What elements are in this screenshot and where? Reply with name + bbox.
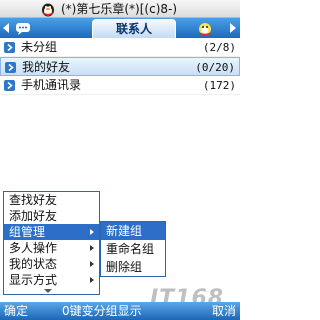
menu-item-multi-operation[interactable]: 多人操作: [4, 240, 99, 256]
submenu-arrow-icon: [90, 261, 94, 267]
menu-item-group-management[interactable]: 组管理: [4, 224, 99, 240]
tab-bar: 联系人: [0, 18, 240, 38]
chat-bubble-icon[interactable]: [14, 20, 32, 36]
menu-item-label: 组管理: [9, 225, 46, 239]
group-count: (172): [202, 79, 236, 92]
group-row[interactable]: 未分组 (2/8): [0, 38, 240, 57]
window-title: (*)第七乐章(*)[(c)8-): [61, 2, 178, 16]
menu-item-add-friend[interactable]: 添加好友: [4, 208, 99, 224]
confirm-softkey[interactable]: 确定: [4, 302, 28, 320]
submenu-item-delete-group[interactable]: 删除组: [101, 258, 165, 276]
title-bar: (*)第七乐章(*)[(c)8-): [0, 0, 240, 18]
menu-item-display-mode[interactable]: 显示方式: [4, 272, 99, 288]
chevron-right-icon: [5, 62, 16, 73]
chevron-right-icon: [4, 42, 15, 53]
submenu-item-label: 删除组: [106, 260, 143, 274]
group-count: (2/8): [202, 41, 236, 54]
menu-item-label: 查找好友: [9, 193, 58, 207]
qq-penguin-icon: [42, 3, 54, 17]
options-menu: 查找好友 添加好友 组管理 多人操作 我的状态 显示方式: [3, 191, 100, 295]
submenu-arrow-icon: [90, 229, 94, 235]
group-row-selected[interactable]: 我的好友 (0/20): [0, 57, 240, 76]
submenu-item-new-group[interactable]: 新建组: [101, 222, 165, 240]
right-arrow-icon[interactable]: [230, 23, 236, 33]
menu-item-label: 多人操作: [9, 241, 58, 255]
menu-item-my-status[interactable]: 我的状态: [4, 256, 99, 272]
submenu-item-rename-group[interactable]: 重命名组: [101, 240, 165, 258]
group-display-hint: 0键变分组显示: [62, 304, 142, 318]
group-name: 我的好友: [22, 60, 71, 74]
menu-item-label: 我的状态: [9, 257, 58, 271]
group-count: (0/20): [195, 61, 235, 74]
contact-group-list: 未分组 (2/8) 我的好友 (0/20) 手机通讯录 (172): [0, 38, 240, 95]
qq-group-icon[interactable]: [196, 20, 214, 36]
group-management-submenu: 新建组 重命名组 删除组: [100, 221, 166, 277]
chevron-right-icon: [4, 80, 15, 91]
submenu-item-label: 重命名组: [106, 242, 155, 256]
group-row[interactable]: 手机通讯录 (172): [0, 76, 240, 95]
group-name: 未分组: [21, 40, 58, 54]
scroll-down-icon[interactable]: [44, 289, 52, 293]
submenu-item-label: 新建组: [106, 224, 143, 238]
menu-item-find-friend[interactable]: 查找好友: [4, 192, 99, 208]
tab-contacts[interactable]: 联系人: [92, 19, 176, 38]
softkey-bar: 确定 0键变分组显示 取消: [0, 302, 240, 320]
submenu-arrow-icon: [90, 277, 94, 283]
menu-item-label: 添加好友: [9, 209, 58, 223]
cancel-softkey[interactable]: 取消: [212, 302, 236, 320]
left-arrow-icon[interactable]: [3, 23, 9, 33]
menu-item-label: 显示方式: [9, 273, 58, 287]
group-name: 手机通讯录: [21, 78, 82, 92]
submenu-arrow-icon: [90, 245, 94, 251]
